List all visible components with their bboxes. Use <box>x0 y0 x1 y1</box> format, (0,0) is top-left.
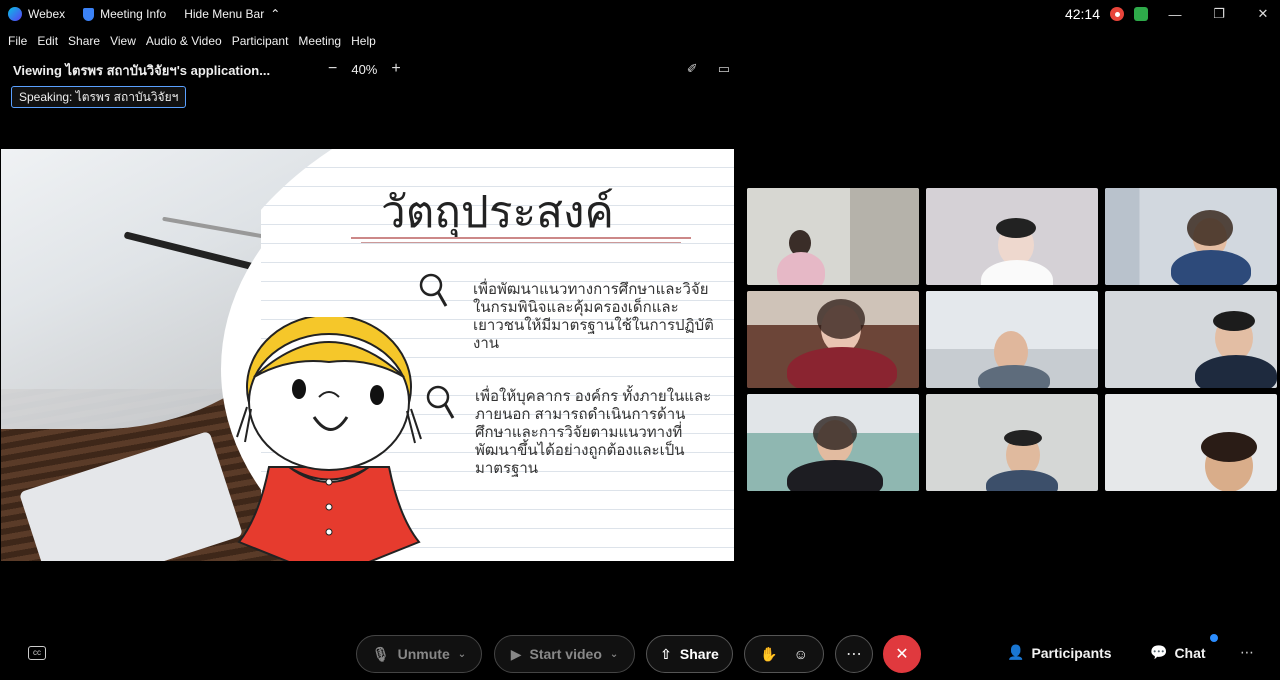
network-health-icon[interactable] <box>1134 7 1148 21</box>
closed-captions-button[interactable]: cc <box>28 646 46 660</box>
video-tile[interactable] <box>747 394 919 491</box>
zoom-out-button[interactable]: − <box>328 60 337 78</box>
chevron-up-icon: ⌃ <box>270 7 281 21</box>
video-tile[interactable] <box>926 188 1098 285</box>
chat-notification-dot <box>1210 634 1218 642</box>
chevron-down-icon[interactable]: ⌄ <box>610 649 618 660</box>
reactions-icon[interactable]: ☺ <box>794 646 808 662</box>
video-tile[interactable] <box>747 188 919 285</box>
share-screen-icon: ⇧ <box>660 645 672 662</box>
video-tile[interactable] <box>926 394 1098 491</box>
chevron-down-icon[interactable]: ⌄ <box>458 649 466 660</box>
view-options-icon[interactable]: ▭ <box>718 61 730 77</box>
menu-share[interactable]: Share <box>68 34 100 48</box>
microphone-muted-icon: 🎙 <box>371 645 390 662</box>
menu-meeting[interactable]: Meeting <box>298 34 341 48</box>
participants-label: Participants <box>1031 644 1112 661</box>
menu-file[interactable]: File <box>8 34 27 48</box>
participants-button[interactable]: 👤 Participants <box>1007 644 1112 661</box>
zoom-level: 40% <box>351 61 378 77</box>
chat-label: Chat <box>1174 644 1206 661</box>
meeting-info-button[interactable]: Meeting Info <box>83 7 166 21</box>
shared-slide: วัตถุประสงค์ เพื่อพัฒนาแนวทางการศึกษาและ… <box>1 149 734 561</box>
menu-bar: File Edit Share View Audio & Video Parti… <box>0 30 378 52</box>
titlebar-right: 42:14 — ❐ ✕ <box>1065 0 1280 28</box>
webex-app[interactable]: Webex <box>8 7 65 21</box>
meeting-toolbar: cc 🎙 Unmute ⌄ ▶ Start video ⌄ ⇧ Share ✋ … <box>0 628 1280 680</box>
video-tile[interactable] <box>747 291 919 388</box>
restore-button[interactable]: ❐ <box>1202 6 1236 22</box>
video-tile[interactable] <box>1105 188 1277 285</box>
share-tools: ✐ ▭ <box>687 61 730 77</box>
chat-button[interactable]: 💬 Chat <box>1150 644 1206 661</box>
leave-meeting-button[interactable]: ✕ <box>883 635 921 673</box>
more-options-button[interactable]: ⋯ <box>835 635 873 673</box>
meeting-timer: 42:14 <box>1064 6 1100 22</box>
magnifier-icon <box>426 385 455 419</box>
share-label: Share <box>679 646 719 662</box>
menu-participant[interactable]: Participant <box>232 34 289 48</box>
meeting-info-label: Meeting Info <box>100 7 167 21</box>
webex-logo-icon <box>8 7 22 21</box>
video-tile[interactable] <box>1105 394 1277 491</box>
video-off-icon: ▶ <box>510 645 522 662</box>
hide-menu-bar-button[interactable]: Hide Menu Bar ⌃ <box>184 7 280 21</box>
menu-view[interactable]: View <box>110 34 136 48</box>
participants-icon: 👤 <box>1007 644 1025 660</box>
more-panels-button[interactable]: ⋯ <box>1240 644 1254 661</box>
menu-help[interactable]: Help <box>351 34 376 48</box>
share-button[interactable]: ⇧ Share <box>646 635 733 673</box>
hide-menu-label: Hide Menu Bar <box>184 7 265 21</box>
zoom-controls: − 40% + <box>328 60 401 78</box>
cartoon-girl-illustration <box>236 317 422 561</box>
magnifier-icon <box>419 273 448 307</box>
unmute-button[interactable]: 🎙 Unmute ⌄ <box>356 635 482 673</box>
video-tile[interactable] <box>926 291 1098 388</box>
start-video-button[interactable]: ▶ Start video ⌄ <box>494 635 635 673</box>
slide-bullet-2: เพื่อให้บุคลากร องค์กร ทั้งภายในและภายนอ… <box>475 388 712 477</box>
raise-hand-icon[interactable]: ✋ <box>760 646 777 663</box>
title-bar: Webex Meeting Info Hide Menu Bar ⌃ 42:14… <box>0 0 1280 28</box>
menu-audio-video[interactable]: Audio & Video <box>146 34 222 48</box>
recording-icon[interactable] <box>1110 7 1124 21</box>
close-window-button[interactable]: ✕ <box>1246 6 1280 22</box>
video-tile[interactable] <box>1105 291 1277 388</box>
reactions-group: ✋ ☺ <box>744 635 824 673</box>
start-video-label: Start video <box>529 646 602 662</box>
chat-icon: 💬 <box>1150 644 1168 660</box>
zoom-in-button[interactable]: + <box>391 60 400 78</box>
speaking-indicator: Speaking: ไตรพร สถาบันวิจัยฯ <box>11 86 187 108</box>
unmute-label: Unmute <box>397 646 450 662</box>
app-name: Webex <box>28 7 66 21</box>
slide-bullet-1: เพื่อพัฒนาแนวทางการศึกษาและวิจัยในกรมพิน… <box>473 281 714 352</box>
viewing-label: Viewing ไตรพร สถาบันวิจัยฯ's application… <box>13 63 271 78</box>
annotate-icon[interactable]: ✐ <box>687 61 698 77</box>
minimize-button[interactable]: — <box>1158 7 1192 22</box>
menu-edit[interactable]: Edit <box>37 34 58 48</box>
shield-icon <box>83 7 95 21</box>
